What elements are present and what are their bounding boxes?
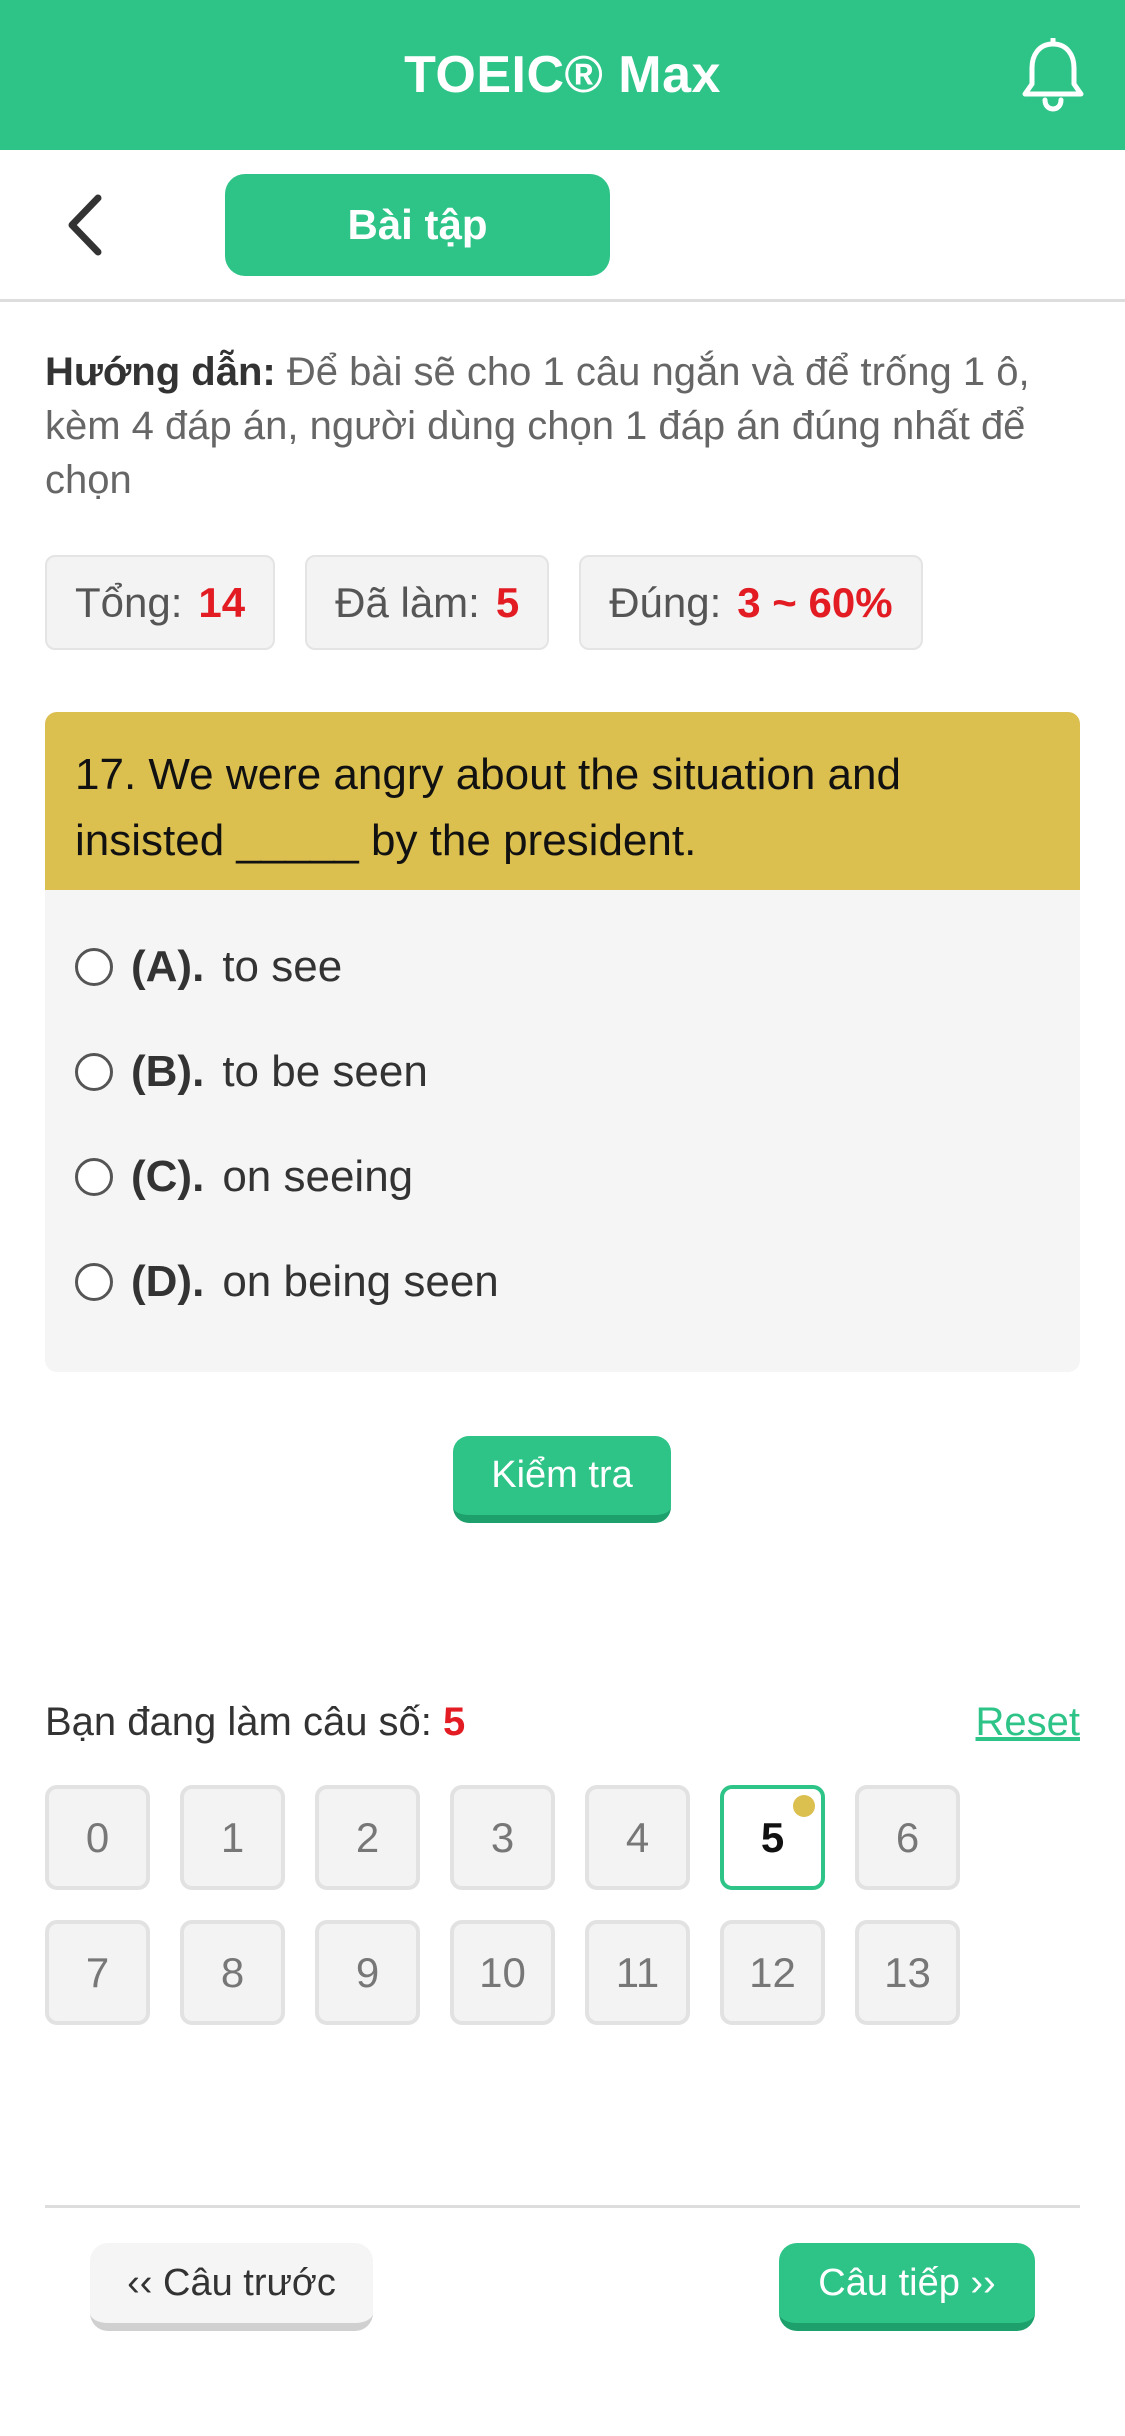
question-cell[interactable]: 1: [180, 1785, 285, 1890]
question-card: 17. We were angry about the situation an…: [45, 712, 1080, 1372]
current-question-number: 5: [443, 1700, 466, 1744]
option-d[interactable]: (D). on being seen: [75, 1247, 499, 1317]
bell-icon[interactable]: [1021, 36, 1085, 112]
radio-button[interactable]: [75, 1158, 113, 1196]
radio-button[interactable]: [75, 948, 113, 986]
instructions-label: Hướng dẫn:: [45, 350, 276, 394]
chevron-left-icon: [68, 194, 102, 256]
stat-value: 5: [495, 578, 520, 626]
divider: [45, 2205, 1080, 2208]
stat-total: Tổng: 14: [45, 555, 276, 650]
tab-bai-tap[interactable]: Bài tập: [225, 174, 610, 276]
instructions: Hướng dẫn: Để bài sẽ cho 1 câu ngắn và đ…: [45, 345, 1085, 507]
option-text: to see: [222, 942, 343, 991]
current-indicator-dot: [793, 1795, 815, 1817]
stat-done: Đã làm: 5: [305, 555, 550, 650]
option-b[interactable]: (B). to be seen: [75, 1037, 428, 1107]
reset-link[interactable]: Reset: [976, 1700, 1081, 1745]
radio-button[interactable]: [75, 1263, 113, 1301]
option-text: on seeing: [222, 1152, 414, 1201]
stats-row: Tổng: 14 Đã làm: 5 Đúng: 3 ~ 60%: [45, 555, 923, 650]
stat-label: Đã làm:: [335, 578, 480, 626]
check-button[interactable]: Kiểm tra: [453, 1436, 671, 1523]
app-title: TOEIC® Max: [404, 46, 721, 104]
stat-value: 14: [198, 578, 246, 626]
radio-button[interactable]: [75, 1053, 113, 1091]
cell-number: 5: [760, 1813, 785, 1861]
stat-label: Tổng:: [75, 578, 183, 626]
question-cell[interactable]: 9: [315, 1920, 420, 2025]
question-cell[interactable]: 13: [855, 1920, 960, 2025]
question-cell[interactable]: 7: [45, 1920, 150, 2025]
question-cell-current[interactable]: 5: [720, 1785, 825, 1890]
question-cell[interactable]: 2: [315, 1785, 420, 1890]
option-text: on being seen: [222, 1257, 499, 1306]
option-letter: (A).: [131, 942, 205, 991]
progress-label: Bạn đang làm câu số: 5: [45, 1700, 465, 1745]
question-cell[interactable]: 11: [585, 1920, 690, 2025]
option-c[interactable]: (C). on seeing: [75, 1142, 413, 1212]
question-cell[interactable]: 6: [855, 1785, 960, 1890]
question-cell[interactable]: 12: [720, 1920, 825, 2025]
back-button[interactable]: [58, 190, 118, 260]
previous-question-button[interactable]: ‹‹ Câu trước: [90, 2243, 373, 2331]
option-letter: (C).: [131, 1152, 205, 1201]
next-question-button[interactable]: Câu tiếp ››: [779, 2243, 1035, 2331]
stat-correct: Đúng: 3 ~ 60%: [579, 555, 923, 650]
option-letter: (D).: [131, 1257, 205, 1306]
option-a[interactable]: (A). to see: [75, 932, 342, 1002]
question-cell[interactable]: 0: [45, 1785, 150, 1890]
question-cell[interactable]: 8: [180, 1920, 285, 2025]
app-header: TOEIC® Max: [0, 0, 1125, 150]
question-cell[interactable]: 4: [585, 1785, 690, 1890]
option-letter: (B).: [131, 1047, 205, 1096]
question-cell[interactable]: 10: [450, 1920, 555, 2025]
sub-navigation: Bài tập: [0, 150, 1125, 302]
question-cell[interactable]: 3: [450, 1785, 555, 1890]
stat-label: Đúng:: [609, 578, 722, 626]
stat-value: 3 ~ 60%: [737, 578, 893, 626]
option-text: to be seen: [222, 1047, 428, 1096]
progress-text: Bạn đang làm câu số:: [45, 1700, 432, 1744]
question-text: 17. We were angry about the situation an…: [45, 712, 1080, 890]
